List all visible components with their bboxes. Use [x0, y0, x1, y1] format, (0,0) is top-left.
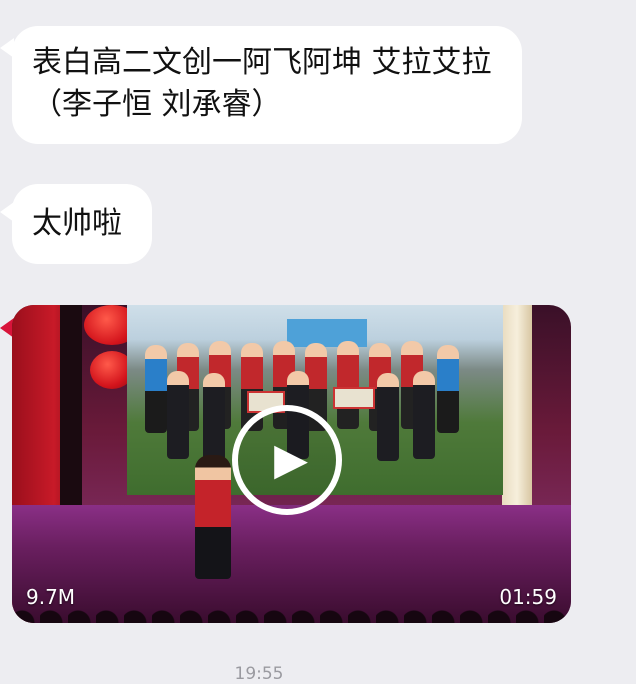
play-icon[interactable]: ▶ [232, 405, 342, 515]
message-text: 表白高二文创一阿飞阿坤 艾拉艾拉（李子恒 刘承睿） [32, 45, 492, 122]
video-duration: 01:59 [499, 585, 557, 609]
player-figure [377, 373, 399, 461]
player-figure [145, 345, 167, 433]
photo-sign [333, 387, 375, 409]
audience-silhouettes [12, 597, 571, 623]
message-bubble[interactable]: 表白高二文创一阿飞阿坤 艾拉艾拉（李子恒 刘承睿） [12, 26, 522, 144]
message-text: 太帅啦 [32, 206, 122, 241]
video-message[interactable]: ▶ 9.7M 01:59 [12, 305, 571, 623]
player-figure [203, 373, 225, 461]
player-figure [167, 371, 189, 459]
video-file-size: 9.7M [26, 585, 76, 609]
player-figure [337, 341, 359, 429]
player-figure [437, 345, 459, 433]
performer-figure [195, 455, 231, 579]
player-figure [413, 371, 435, 459]
message-timestamp: 19:55 [234, 664, 284, 684]
stage-pillar [502, 305, 532, 515]
message-bubble[interactable]: 太帅啦 [12, 184, 152, 264]
